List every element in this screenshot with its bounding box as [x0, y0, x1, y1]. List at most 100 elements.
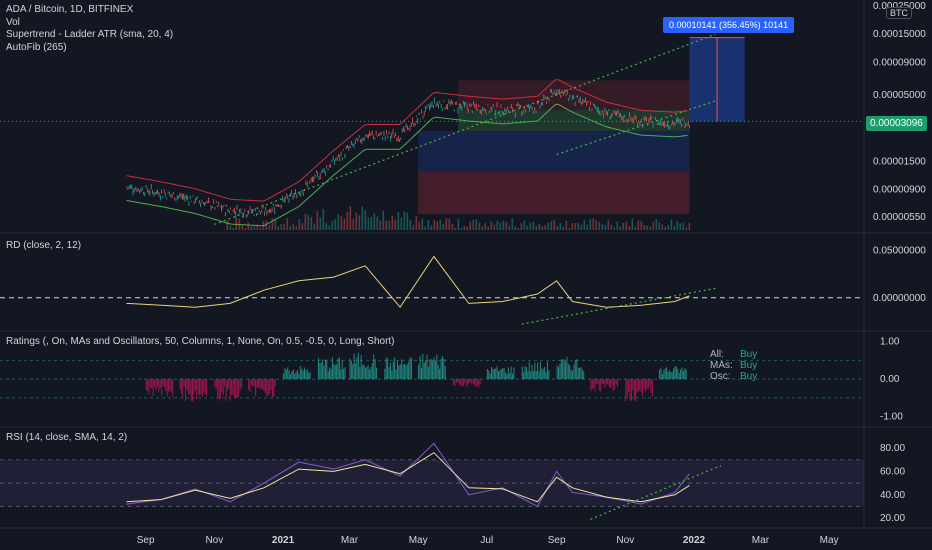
ratings-bar: [569, 365, 571, 380]
time-tick-label: Jul: [480, 535, 493, 546]
volume-bar: [460, 227, 463, 230]
ratings-bar: [558, 367, 560, 380]
ratings-bar: [468, 379, 470, 384]
ratings-bar: [610, 379, 612, 388]
volume-bar: [397, 212, 400, 230]
ratings-bar: [541, 368, 543, 380]
ratings-bar: [182, 379, 184, 398]
ratings-bar: [235, 379, 237, 398]
ratings-bar: [635, 379, 637, 402]
volume-bar: [511, 218, 514, 230]
volume-bar: [679, 223, 682, 230]
legend-supertrend[interactable]: Supertrend - Ladder ATR (sma, 20, 4): [6, 29, 173, 42]
ratings-bar: [680, 369, 682, 380]
price-tick-label: 0.00000900: [873, 185, 926, 196]
ratings-bar: [633, 379, 635, 401]
legend-symbol-title[interactable]: ADA / Bitcoin, 1D, BITFINEX: [6, 4, 173, 17]
ratings-row-all: All: Buy: [710, 349, 757, 360]
volume-bar: [328, 225, 331, 230]
volume-bar: [313, 223, 316, 230]
volume-bar: [409, 220, 412, 230]
ratings-bar: [179, 379, 181, 390]
volume-bar: [676, 221, 679, 230]
ratings-pane-title[interactable]: Ratings (, On, MAs and Oscillators, 50, …: [6, 336, 395, 347]
volume-bar: [502, 220, 505, 230]
ratings-bar: [544, 366, 546, 380]
volume-bar: [652, 222, 655, 230]
ratings-bar: [562, 359, 564, 380]
fib-zone-red: [418, 171, 690, 214]
ratings-bar: [674, 366, 676, 380]
ratings-bar: [528, 362, 530, 380]
legend-volume[interactable]: Vol: [6, 17, 173, 30]
ratings-bar: [573, 364, 575, 380]
volume-bar: [643, 225, 646, 230]
volume-bar: [667, 225, 670, 230]
volume-bar: [583, 219, 586, 230]
chart-canvas[interactable]: 0.000250000.000150000.000090000.00005000…: [0, 0, 932, 550]
volume-bar: [439, 219, 442, 230]
ratings-bar: [156, 379, 158, 387]
ratings-bar: [560, 359, 562, 380]
ratings-bar: [252, 379, 254, 386]
currency-chip[interactable]: BTC: [886, 7, 912, 19]
ratings-bar: [664, 368, 666, 380]
time-tick-label: May: [820, 535, 839, 546]
ratings-bar: [647, 379, 649, 389]
volume-bar: [238, 218, 241, 230]
volume-bar: [589, 218, 592, 230]
ratings-bar: [274, 379, 276, 387]
volume-bar: [307, 214, 310, 230]
rsi-pane-title[interactable]: RSI (14, close, SMA, 14, 2): [6, 432, 127, 443]
ratings-row-mas: MAs: Buy: [710, 360, 757, 371]
time-tick-label: Nov: [616, 535, 634, 546]
ratings-bar: [317, 358, 319, 380]
ratings-bar: [229, 379, 231, 401]
ratings-bar: [259, 379, 261, 389]
ratings-bar: [391, 370, 393, 380]
ratings-bar: [334, 365, 336, 380]
ratings-bar: [489, 373, 491, 380]
ratings-bar: [420, 368, 422, 380]
ratings-bar: [580, 367, 582, 380]
ratings-bar: [593, 379, 595, 388]
ratings-bar: [524, 366, 526, 380]
ratings-bar: [306, 369, 308, 380]
volume-bar: [250, 226, 253, 230]
ratings-bar: [169, 379, 171, 391]
ratings-bar: [201, 379, 203, 397]
ratings-bar: [273, 379, 275, 397]
ratings-bar: [663, 369, 665, 380]
ratings-bar: [357, 352, 359, 380]
volume-bar: [445, 218, 448, 230]
ratings-bar: [154, 379, 156, 387]
ratings-bar: [434, 360, 436, 380]
ratings-bar: [240, 379, 242, 388]
volume-bar: [487, 226, 490, 230]
volume-bar: [283, 223, 286, 230]
ratings-bar: [396, 361, 398, 380]
ratings-bar: [581, 369, 583, 380]
ratings-bar: [433, 357, 435, 380]
ratings-bar: [295, 371, 297, 380]
rd-pane-title[interactable]: RD (close, 2, 12): [6, 240, 81, 251]
ratings-bar: [677, 368, 679, 380]
ratings-bar: [233, 379, 235, 398]
volume-bar: [394, 219, 397, 230]
ratings-bar: [474, 379, 476, 386]
volume-bar: [427, 219, 430, 230]
ratings-bar: [388, 367, 390, 380]
ratings-bar: [341, 360, 343, 380]
time-tick-label: Mar: [341, 535, 359, 546]
ratings-bar: [423, 362, 425, 380]
ratings-bar: [495, 368, 497, 380]
ratings-bar: [659, 369, 661, 380]
ratings-bar: [436, 354, 438, 380]
ratings-bar: [650, 379, 652, 394]
ratings-bar: [493, 369, 495, 380]
ratings-bar: [559, 363, 561, 380]
legend-autofib[interactable]: AutoFib (265): [6, 42, 173, 55]
time-tick-label: 2022: [683, 535, 706, 546]
ratings-bar: [370, 367, 372, 380]
ratings-bar: [193, 379, 195, 395]
